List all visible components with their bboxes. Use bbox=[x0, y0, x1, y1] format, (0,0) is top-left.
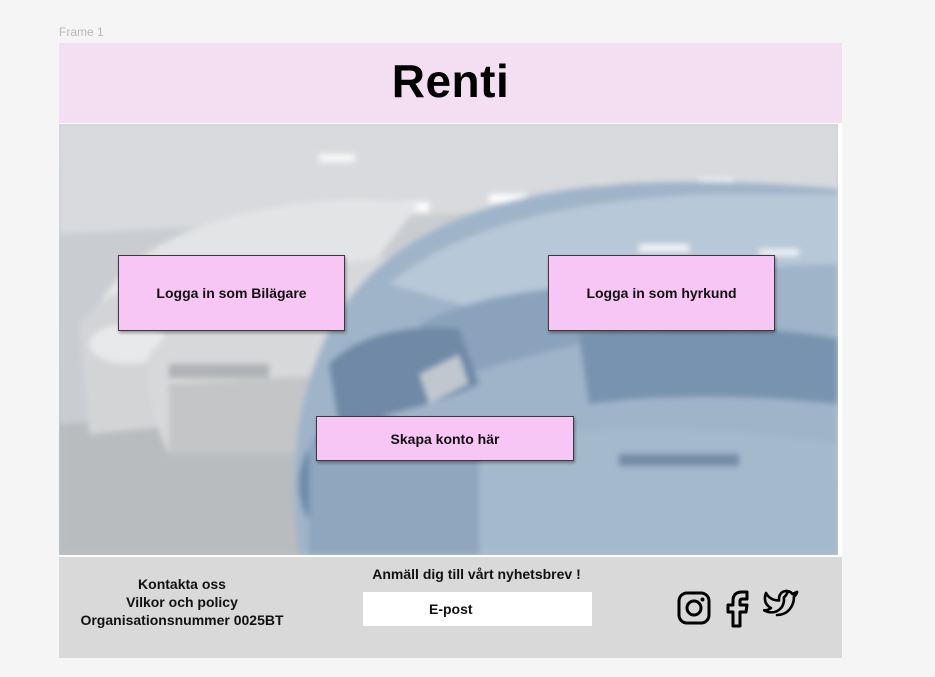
org-number: Organisationsnummer 0025BT bbox=[80, 612, 284, 628]
twitter-link[interactable] bbox=[761, 584, 801, 624]
hero-section: Logga in som Bilägare Logga in som hyrku… bbox=[59, 124, 838, 555]
facebook-link[interactable] bbox=[718, 588, 756, 628]
contact-link[interactable]: Kontakta oss bbox=[67, 575, 297, 593]
hero-edge bbox=[838, 124, 842, 555]
design-canvas: Frame 1 Renti Logga in som Bilägare Logg… bbox=[0, 0, 935, 677]
brand-title: Renti bbox=[391, 55, 510, 107]
page-footer: Kontakta oss Vilkor och policy Organisat… bbox=[59, 557, 842, 658]
login-renter-button[interactable]: Logga in som hyrkund bbox=[548, 255, 775, 331]
newsletter-heading: Anmäll dig till vårt nyhetsbrev ! bbox=[372, 566, 581, 582]
newsletter-email-input[interactable] bbox=[363, 592, 592, 626]
contact-block: Kontakta oss Vilkor och policy Organisat… bbox=[67, 575, 297, 629]
create-account-button[interactable]: Skapa konto här bbox=[316, 416, 574, 461]
terms-link[interactable]: Vilkor och policy bbox=[67, 593, 297, 611]
hero-background-image bbox=[59, 124, 838, 555]
page-header: Renti bbox=[59, 43, 842, 123]
frame-label: Frame 1 bbox=[59, 25, 104, 39]
app-frame: Renti Logga in som Bilägare Logga in som… bbox=[59, 43, 842, 658]
login-owner-button[interactable]: Logga in som Bilägare bbox=[118, 255, 345, 331]
facebook-icon bbox=[726, 590, 749, 628]
twitter-icon bbox=[763, 589, 799, 617]
instagram-link[interactable] bbox=[675, 588, 713, 628]
instagram-icon bbox=[677, 591, 711, 625]
